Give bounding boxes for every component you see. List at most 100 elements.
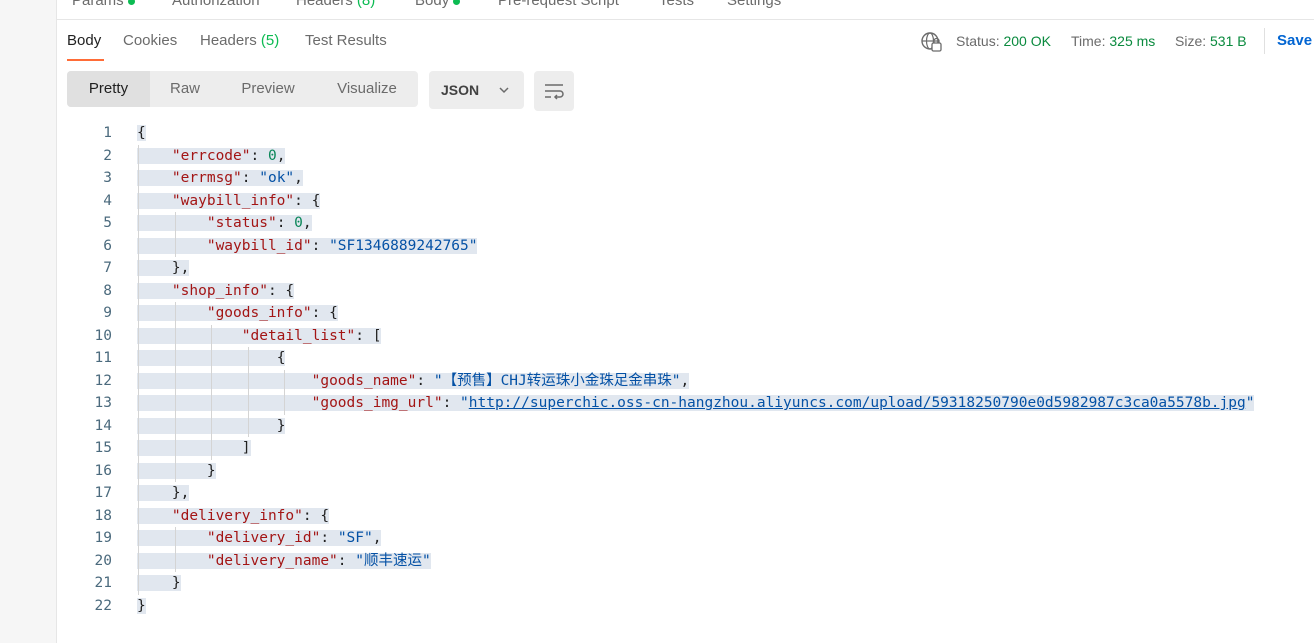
token-key: "shop_info" [171, 282, 268, 299]
indent-guide [174, 212, 176, 257]
token-key: "errmsg" [171, 170, 242, 186]
token-punc: : { [294, 192, 321, 209]
token-key: "delivery_id" [206, 530, 321, 546]
token-punc: } [171, 575, 181, 591]
code-line: 21 } [57, 572, 1314, 595]
token-key: "waybill_id" [206, 237, 312, 254]
code-line: 5 "status": 0, [57, 212, 1314, 235]
chevron-down-icon [499, 87, 509, 94]
wrap-lines-button[interactable] [534, 71, 574, 111]
tab-headers[interactable]: Headers (8) [296, 0, 375, 11]
token-punc: : [320, 530, 338, 546]
code-content: "goods_name": "【预售】CHJ转运珠小金珠足金串珠", [137, 370, 690, 393]
format-dropdown[interactable]: JSON [429, 71, 524, 109]
token-punc: : { [302, 507, 330, 524]
token-key: "errcode" [171, 147, 251, 164]
code-line: 14 } [57, 415, 1314, 438]
indent [137, 530, 207, 546]
code-content: "errcode": 0, [137, 145, 286, 168]
tab-pre-request-script[interactable]: Pre-request Script [498, 0, 619, 11]
indent [137, 327, 242, 344]
tab-response-body[interactable]: Body [67, 32, 101, 50]
indent [137, 575, 172, 591]
globe-icon[interactable] [920, 31, 942, 53]
token-punc: } [137, 597, 146, 614]
status-indicator[interactable]: Status: 200 OK [956, 32, 1051, 50]
token-punc: }, [171, 485, 190, 501]
code-line: 20 "delivery_name": "顺丰速运" [57, 550, 1314, 573]
indent [137, 350, 277, 366]
token-key: "goods_name" [311, 372, 417, 389]
token-punc: : [442, 395, 461, 411]
tab-response-cookies[interactable]: Cookies [123, 32, 177, 50]
token-punc: : { [267, 282, 295, 299]
token-num: 0 [294, 215, 303, 231]
code-content: } [137, 460, 216, 483]
code-content: }, [137, 482, 190, 505]
indent [137, 260, 172, 276]
token-key: "detail_list" [241, 327, 356, 344]
code-line: 4 "waybill_info": { [57, 190, 1314, 213]
line-number: 1 [103, 125, 112, 141]
indent-guide [174, 302, 176, 482]
token-key: "waybill_info" [171, 192, 295, 209]
code-content: "delivery_info": { [137, 505, 330, 528]
view-visualize-button[interactable]: Visualize [316, 71, 418, 107]
token-punc: : [250, 147, 268, 164]
token-key: "delivery_name" [206, 552, 338, 569]
code-line: 17 }, [57, 482, 1314, 505]
code-content: "delivery_name": "顺丰速运" [137, 550, 431, 573]
line-number: 3 [103, 170, 112, 186]
line-number: 2 [103, 147, 112, 164]
token-link[interactable]: http://superchic.oss-cn-hangzhou.aliyunc… [468, 395, 1246, 411]
view-pretty-button[interactable]: Pretty [67, 71, 150, 107]
tab-params[interactable]: Params [72, 0, 135, 11]
view-raw-button[interactable]: Raw [150, 71, 220, 107]
token-punc: } [206, 462, 216, 479]
code-line: 2 "errcode": 0, [57, 145, 1314, 168]
code-line: 15 ] [57, 437, 1314, 460]
view-preview-button[interactable]: Preview [220, 71, 316, 107]
token-punc: : [ [355, 327, 382, 344]
line-number: 4 [103, 192, 112, 209]
code-line: 19 "delivery_id": "SF", [57, 527, 1314, 550]
line-number: 10 [94, 327, 112, 344]
save-response-button[interactable]: Save [1277, 32, 1312, 50]
indent [137, 282, 172, 299]
line-number: 22 [94, 597, 112, 614]
code-line: 9 "goods_info": { [57, 302, 1314, 325]
line-number: 6 [103, 237, 112, 254]
line-number: 20 [94, 552, 112, 569]
tab-tests[interactable]: Tests [659, 0, 694, 11]
code-line: 16 } [57, 460, 1314, 483]
indent [137, 372, 312, 389]
tab-test-results[interactable]: Test Results [305, 32, 387, 50]
response-size[interactable]: Size: 531 B [1175, 32, 1247, 50]
code-content: } [137, 572, 181, 595]
indent [137, 305, 207, 321]
token-punc: { [137, 125, 146, 141]
view-mode-group: Pretty Raw Preview Visualize [67, 71, 418, 107]
code-line: 6 "waybill_id": "SF1346889242765" [57, 235, 1314, 258]
tab-response-headers[interactable]: Headers (5) [200, 32, 279, 50]
response-body-viewer[interactable]: 1{2 "errcode": 0, 3 "errmsg": "ok", 4 "way… [57, 122, 1314, 643]
code-content: "goods_info": { [137, 302, 338, 325]
line-number: 15 [94, 440, 112, 456]
line-number: 14 [94, 417, 112, 434]
token-key: "delivery_info" [171, 507, 303, 524]
wrap-lines-icon [545, 84, 564, 100]
indent [137, 485, 172, 501]
token-punc: : [241, 170, 260, 186]
token-punc: : { [311, 305, 338, 321]
indent [137, 462, 207, 479]
tab-settings[interactable]: Settings [727, 0, 781, 11]
token-punc: : [416, 372, 434, 389]
tab-body[interactable]: Body [415, 0, 461, 11]
token-str: "SF1346889242765" [329, 237, 478, 254]
line-number: 12 [94, 372, 112, 389]
code-content: "goods_img_url": "http://superchic.oss-c… [137, 392, 1255, 415]
token-key: "goods_img_url" [311, 395, 443, 411]
line-number: 16 [94, 462, 112, 479]
response-time[interactable]: Time: 325 ms [1071, 32, 1155, 50]
tab-authorization[interactable]: Authorization [172, 0, 260, 11]
